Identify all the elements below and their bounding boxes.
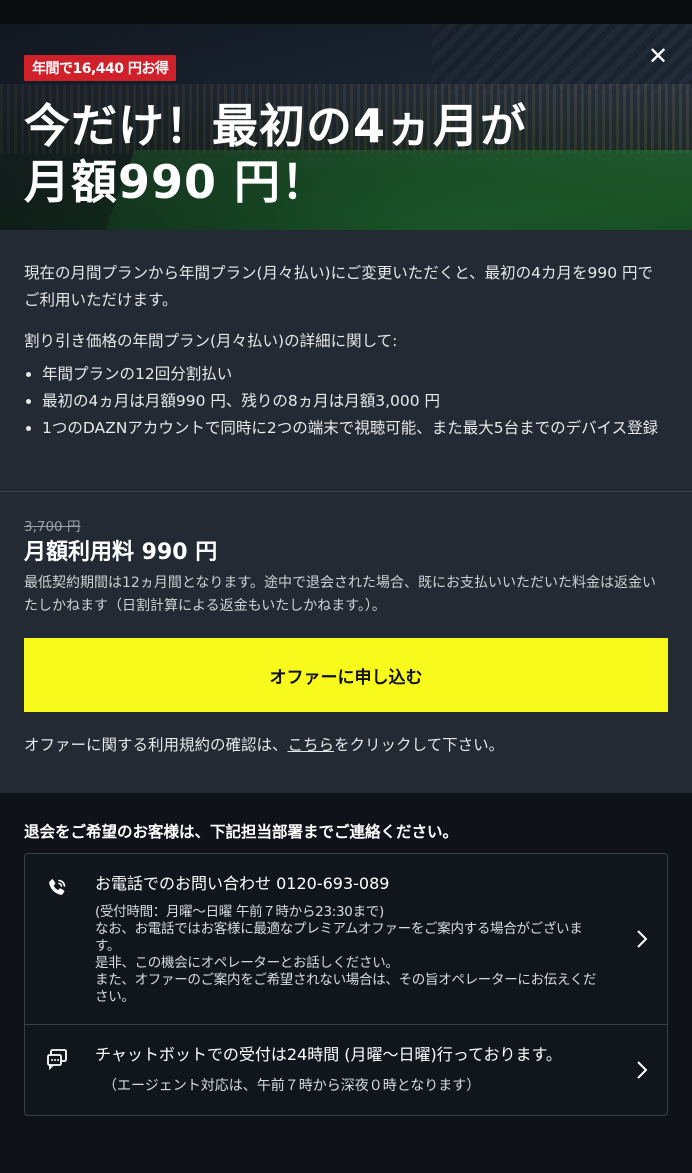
monthly-price: 月額利用料 990 円 [24,540,218,565]
chevron-right-icon [637,1061,648,1079]
top-strip [0,0,692,24]
phone-contact-option[interactable]: お電話でのお問い合わせ 0120-693-089 (受付時間：月曜～日曜 午前７… [25,854,667,1024]
phone-contact-title: お電話でのお問い合わせ 0120-693-089 [95,874,390,893]
list-item: 最初の4ヵ月は月額990 円、残りの8ヵ月は月額3,000 円 [42,388,668,415]
headline-line-1: 今だけ！最初の4ヵ月が [24,99,528,153]
offer-headline: 今だけ！最初の4ヵ月が 月額990 円！ [24,98,527,210]
chat-contact-option[interactable]: チャットボットでの受付は24時間 (月曜～日曜)行っております。 （エージェント… [25,1024,667,1115]
chat-contact-title: チャットボットでの受付は24時間 (月曜～日曜)行っております。 [95,1045,562,1064]
list-item: 年間プランの12回分割払い [42,361,668,388]
phone-icon [49,879,66,895]
hero-banner: 年間で16,440 円お得 ✕ 今だけ！最初の4ヵ月が 月額990 円！ [0,24,692,230]
phone-hours: (受付時間：月曜～日曜 午前７時から23:30まで) [95,904,384,920]
contact-options: お電話でのお問い合わせ 0120-693-089 (受付時間：月曜～日曜 午前７… [24,853,668,1116]
offer-lead-text: 現在の月間プランから年間プラン(月々払い)にご変更いただくと、最初の4カ月を99… [24,264,654,309]
contract-note: 最低契約期間は12ヵ月間となります。途中で退会された場合、既にお支払いいただいた… [24,575,656,614]
terms-text: オファーに関する利用規約の確認は、こちらをクリックして下さい。 [24,736,505,754]
apply-offer-button[interactable]: オファーに申し込む [24,638,668,712]
chat-agent-hours: （エージェント対応は、午前７時から深夜０時となります） [103,1078,481,1094]
offer-details: 現在の月間プランから年間プラン(月々払い)にご変更いただくと、最初の4カ月を99… [0,230,692,492]
savings-badge: 年間で16,440 円お得 [24,55,177,81]
chevron-right-icon [637,930,648,948]
close-icon[interactable]: ✕ [646,44,670,68]
original-price: 3,700 円 [24,519,81,535]
chat-icon [47,1049,67,1071]
phone-note: なお、お電話ではお客様に最適なプレミアムオファーをご案内する場合がございます。 … [95,921,597,1005]
terms-link[interactable]: こちら [288,736,335,754]
details-list: 年間プランの12回分割払い 最初の4ヵ月は月額990 円、残りの8ヵ月は月額3,… [24,361,668,442]
list-item: 1つのDAZNアカウントで同時に2つの端末で視聴可能、また最大5台までのデバイス… [42,415,668,442]
contact-title: 退会をご希望のお客様は、下記担当部署までご連絡ください。 [24,823,459,841]
headline-line-2: 月額990 円！ [24,155,329,209]
details-heading: 割り引き価格の年間プラン(月々払い)の詳細に関して: [24,332,398,350]
cancellation-contact: 退会をご希望のお客様は、下記担当部署までご連絡ください。 お電話でのお問い合わせ… [0,793,692,1116]
price-section: 3,700 円 月額利用料 990 円 最低契約期間は12ヵ月間となります。途中… [0,492,692,793]
